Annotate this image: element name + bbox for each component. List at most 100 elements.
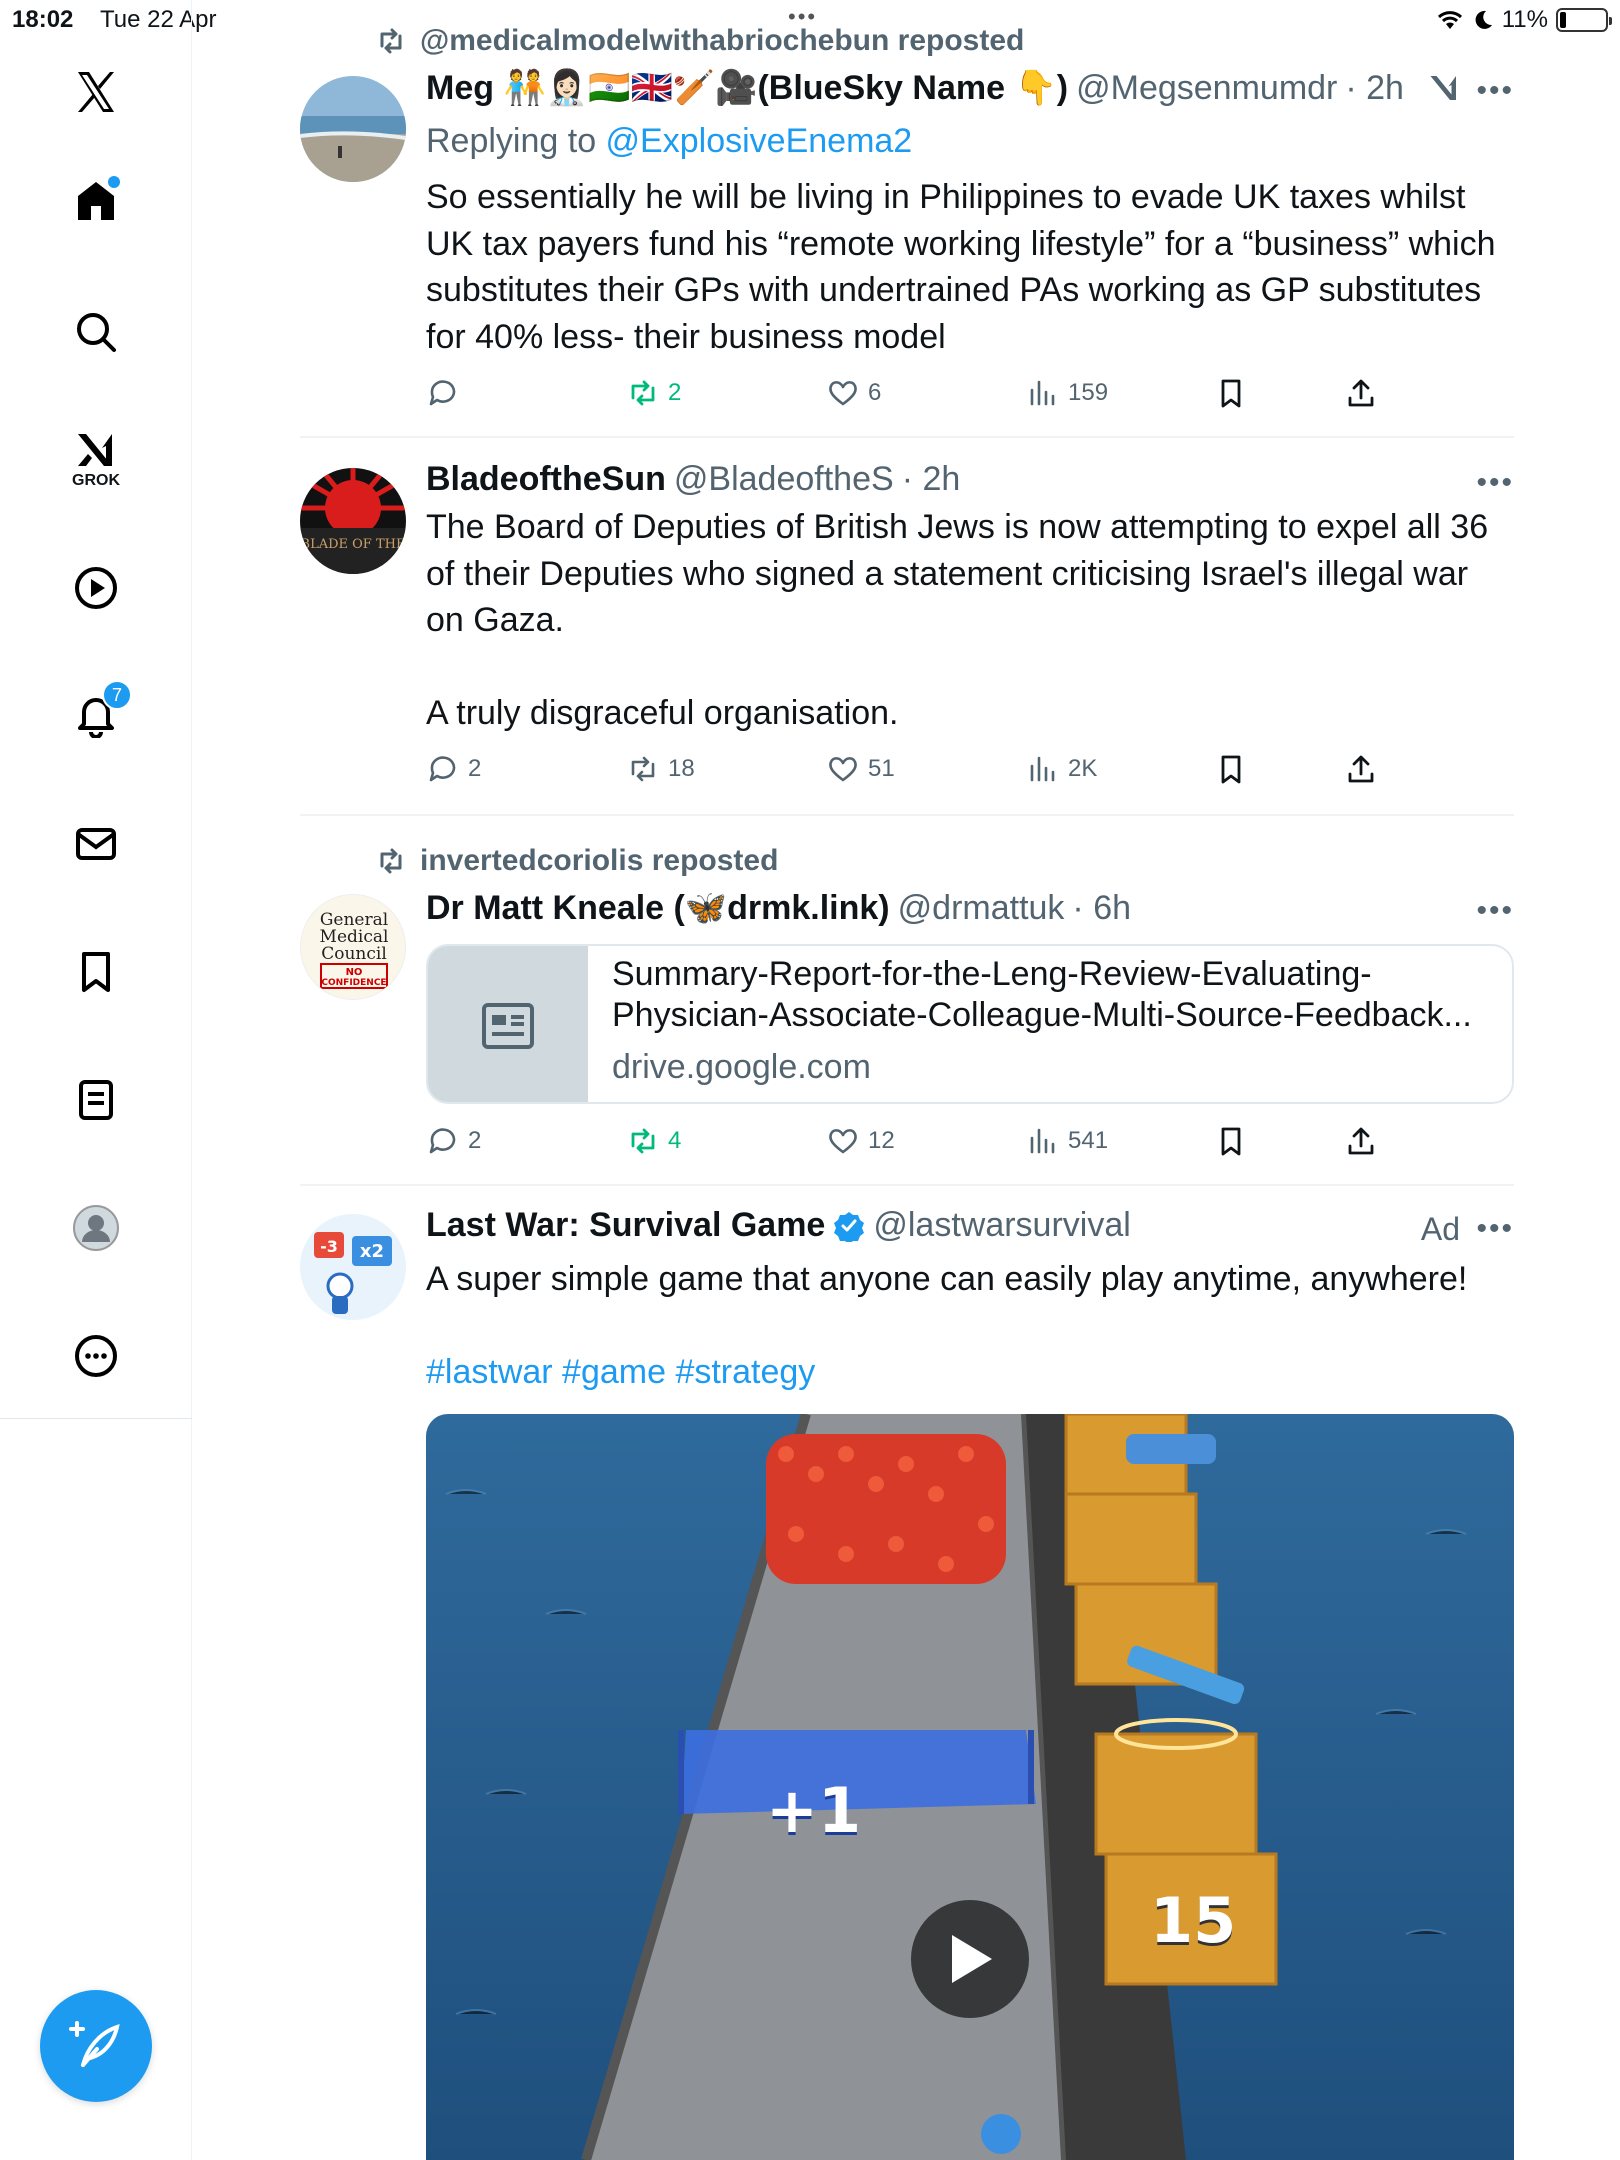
repost-icon [631,380,655,406]
sidebar-item-more[interactable] [48,1308,144,1404]
repost-label: invertedcoriolis reposted [420,844,779,877]
share-icon [1348,755,1374,783]
sidebar-divider [0,1418,192,1419]
repost-indicator: @medicalmodelwithabriochebun reposted [376,24,1024,58]
list-icon [79,1080,113,1120]
user-handle[interactable]: @lastwarsurvival [873,1206,1130,1245]
sidebar-item-notifications[interactable]: 7 [48,666,144,762]
tweet-header: BladeoftheSun @BladeoftheS · 2h [426,460,960,499]
sidebar-item-search[interactable] [48,284,144,380]
share-icon [1348,379,1374,407]
mail-icon [76,828,116,860]
timeline: @medicalmodelwithabriochebun reposted Me… [300,0,1514,2160]
tweet-divider [300,436,1514,438]
svg-text:CONFIDENCE: CONFIDENCE [321,978,386,988]
display-name[interactable]: Last War: Survival Game [426,1206,825,1245]
more-options-icon[interactable]: ••• [1476,894,1514,928]
bookmark-button[interactable] [1214,1124,1248,1158]
video-media[interactable]: +1 15 [426,1414,1514,2160]
views-icon [1030,380,1055,406]
avatar[interactable]: -3 x2 [300,1214,406,1320]
display-name[interactable]: Dr Matt Kneale (🦋drmk.link) [426,888,890,928]
more-options-icon[interactable]: ••• [1476,1212,1514,1246]
user-handle[interactable]: @Megsenmumdr [1076,69,1337,108]
repost-icon [380,28,402,54]
unread-dot [108,176,120,188]
link-domain: drive.google.com [612,1048,871,1086]
play-icon [952,1935,992,1983]
tweet-actions: 2 4 12 541 [426,1124,1426,1168]
verified-badge-icon [834,1211,865,1242]
repost-button[interactable]: 2 [626,376,681,410]
article-icon [482,1003,534,1049]
share-button[interactable] [1344,376,1378,410]
repost-button[interactable]: 4 [626,1124,681,1158]
tweet-actions: 2 6 159 [426,376,1426,420]
grok-label: GROK [72,472,120,489]
sidebar-item-profile[interactable] [48,1180,144,1276]
profile-avatar-icon [73,1205,119,1251]
views-button[interactable]: 2K [1026,752,1097,786]
display-name[interactable]: BladeoftheSun [426,460,666,499]
like-button[interactable]: 12 [826,1124,895,1158]
compose-icon [69,2021,120,2067]
avatar[interactable] [300,76,406,182]
play-video-button[interactable] [911,1900,1029,2018]
bookmark-icon [82,952,110,992]
repost-button[interactable]: 18 [626,752,695,786]
tweet-header: Dr Matt Kneale (🦋drmk.link) @drmattuk · … [426,888,1131,928]
play-circle-icon [75,567,117,609]
link-title: Summary-Report-for-the-Leng-Review-Evalu… [612,955,1472,1034]
tweet-time[interactable]: · 6h [1072,889,1131,928]
sidebar-item-messages[interactable] [48,796,144,892]
user-handle[interactable]: @drmattuk [898,889,1065,928]
display-name[interactable]: Meg 🧑‍🤝‍🧑👩🏻‍⚕️🇮🇳🇬🇧🏏🎥(BlueSky Name 👇) [426,68,1068,108]
bookmark-button[interactable] [1214,376,1248,410]
sidebar-item-lists[interactable] [48,1052,144,1148]
share-button[interactable] [1344,1124,1378,1158]
tweet-header: Last War: Survival Game @lastwarsurvival [426,1206,1131,1245]
x-logo-icon[interactable] [48,44,144,140]
tweet-time[interactable]: · 2h [1345,69,1404,108]
repost-icon [380,848,402,874]
ad-label: Ad [1420,1211,1460,1247]
tweet-actions: 2 18 51 2K [426,752,1426,796]
link-preview-card[interactable]: Summary-Report-for-the-Leng-Review-Evalu… [426,944,1514,1104]
sidebar-item-videos[interactable] [48,540,144,636]
tweet-header: Meg 🧑‍🤝‍🧑👩🏻‍⚕️🇮🇳🇬🇧🏏🎥(BlueSky Name 👇) @Me… [426,68,1462,108]
more-options-icon[interactable]: ••• [1476,466,1514,500]
share-button[interactable] [1344,752,1378,786]
heart-icon [829,757,857,782]
repost-icon [631,756,655,782]
notification-count-badge: 7 [102,680,132,710]
avatar[interactable]: General Medical Council NO CONFIDENCE [300,894,406,1000]
sidebar-item-home[interactable] [48,152,144,248]
avatar[interactable]: BLADE OF THE [300,468,406,574]
more-options-icon[interactable]: ••• [1476,74,1514,108]
reply-button[interactable]: 2 [426,1124,481,1158]
views-button[interactable]: 541 [1026,1124,1108,1158]
tweet-text: So essentially he will be living in Phil… [426,178,1505,356]
compose-button[interactable] [40,1990,152,2102]
sidebar: GROK 7 [0,0,192,2160]
sidebar-item-bookmarks[interactable] [48,924,144,1020]
tweet-text: A super simple game that anyone can easi… [426,1260,1468,1298]
reply-button[interactable] [426,376,468,410]
hashtags[interactable]: #lastwar #game #strategy [426,1349,1496,1396]
user-handle[interactable]: @BladeoftheS [674,460,894,499]
views-button[interactable]: 159 [1026,376,1108,410]
grok-analyze-icon[interactable] [1426,70,1462,106]
reply-icon [429,380,456,406]
tweet-divider [300,1184,1514,1186]
bookmark-icon [1221,1127,1241,1156]
tweet-time[interactable]: · 2h [902,460,961,499]
bookmark-button[interactable] [1214,752,1248,786]
like-button[interactable]: 6 [826,376,881,410]
reply-target-link[interactable]: @ExplosiveEnema2 [606,122,913,160]
like-button[interactable]: 51 [826,752,895,786]
views-icon [1030,1128,1055,1154]
sidebar-item-grok[interactable]: GROK [48,410,144,506]
share-icon [1348,1127,1374,1155]
reply-button[interactable]: 2 [426,752,481,786]
crate-number: 15 [1150,1884,1237,1957]
